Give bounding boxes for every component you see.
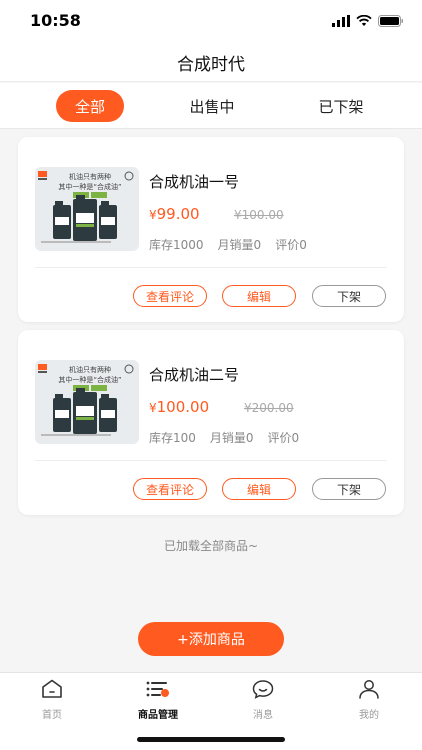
home-indicator bbox=[137, 737, 285, 742]
thumb-text-2: 其中一种是“合成油” bbox=[58, 375, 121, 384]
review-count: 评价0 bbox=[275, 238, 307, 252]
nav-bar: 合成时代 bbox=[0, 44, 422, 82]
nav-item-messages[interactable]: 消息 bbox=[228, 679, 298, 721]
product-stats: 库存1000 月销量0 评价0 bbox=[149, 236, 307, 253]
edit-button[interactable]: 编辑 bbox=[222, 478, 296, 500]
nav-label: 首页 bbox=[42, 710, 62, 721]
divider bbox=[35, 267, 387, 268]
product-list-icon bbox=[145, 679, 171, 703]
edit-button[interactable]: 编辑 bbox=[222, 285, 296, 307]
nav-item-home[interactable]: 首页 bbox=[17, 679, 87, 721]
delist-button[interactable]: 下架 bbox=[312, 285, 386, 307]
currency-symbol: ¥ bbox=[149, 208, 157, 222]
nav-label: 商品管理 bbox=[138, 710, 178, 721]
message-icon bbox=[251, 679, 275, 703]
view-reviews-button[interactable]: 查看评论 bbox=[133, 478, 207, 500]
product-stats: 库存100 月销量0 评价0 bbox=[149, 429, 299, 446]
tab-on-sale[interactable]: 出售中 bbox=[178, 90, 246, 122]
stock-count: 库存100 bbox=[149, 431, 196, 445]
status-time: 10:58 bbox=[30, 11, 81, 30]
original-price: ¥100.00 bbox=[234, 208, 284, 222]
tab-all[interactable]: 全部 bbox=[56, 90, 124, 122]
all-loaded-text: 已加载全部商品~ bbox=[163, 539, 259, 553]
product-name: 合成机油二号 bbox=[149, 366, 240, 384]
product-name: 合成机油一号 bbox=[149, 173, 240, 191]
filter-tabs: 全部 出售中 已下架 bbox=[0, 83, 422, 129]
wifi-icon bbox=[356, 12, 372, 31]
nav-item-profile[interactable]: 我的 bbox=[334, 679, 404, 721]
monthly-sales: 月销量0 bbox=[209, 431, 254, 445]
status-icons bbox=[332, 14, 404, 28]
view-reviews-button[interactable]: 查看评论 bbox=[133, 285, 207, 307]
product-card[interactable]: 机油只有两种 其中一种是“合成油” 合成机油二号 ¥100.00 ¥200.00… bbox=[18, 330, 404, 515]
add-product-button[interactable]: +添加商品 bbox=[138, 622, 284, 656]
tab-delisted[interactable]: 已下架 bbox=[307, 90, 375, 122]
status-bar: 10:58 bbox=[0, 0, 422, 44]
product-price: ¥100.00 bbox=[149, 398, 209, 416]
currency-symbol: ¥ bbox=[149, 401, 157, 415]
signal-icon bbox=[332, 12, 350, 31]
stock-count: 库存1000 bbox=[149, 238, 204, 252]
nav-item-product-management[interactable]: 商品管理 bbox=[123, 679, 193, 721]
product-card[interactable]: 机油只有两种 其中一种是“合成油” 合成机油一号 ¥99.00 ¥100.00 … bbox=[18, 137, 404, 322]
review-count: 评价0 bbox=[267, 431, 300, 445]
product-price: ¥99.00 bbox=[149, 205, 200, 223]
thumb-text-1: 机油只有两种 bbox=[69, 365, 111, 374]
divider bbox=[35, 460, 387, 461]
price-value: 99.00 bbox=[156, 205, 200, 223]
nav-label: 我的 bbox=[359, 710, 379, 721]
original-price: ¥200.00 bbox=[244, 401, 294, 415]
profile-icon bbox=[357, 679, 381, 703]
product-thumbnail: 机油只有两种 其中一种是“合成油” bbox=[35, 167, 139, 251]
battery-icon bbox=[378, 12, 404, 31]
product-thumbnail: 机油只有两种 其中一种是“合成油” bbox=[35, 360, 139, 444]
page-title: 合成时代 bbox=[177, 55, 245, 75]
home-icon bbox=[40, 679, 64, 703]
price-value: 100.00 bbox=[156, 398, 210, 416]
thumb-text-1: 机油只有两种 bbox=[69, 172, 111, 181]
nav-label: 消息 bbox=[253, 710, 273, 721]
monthly-sales: 月销量0 bbox=[217, 238, 262, 252]
thumb-text-2: 其中一种是“合成油” bbox=[58, 182, 121, 191]
delist-button[interactable]: 下架 bbox=[312, 478, 386, 500]
